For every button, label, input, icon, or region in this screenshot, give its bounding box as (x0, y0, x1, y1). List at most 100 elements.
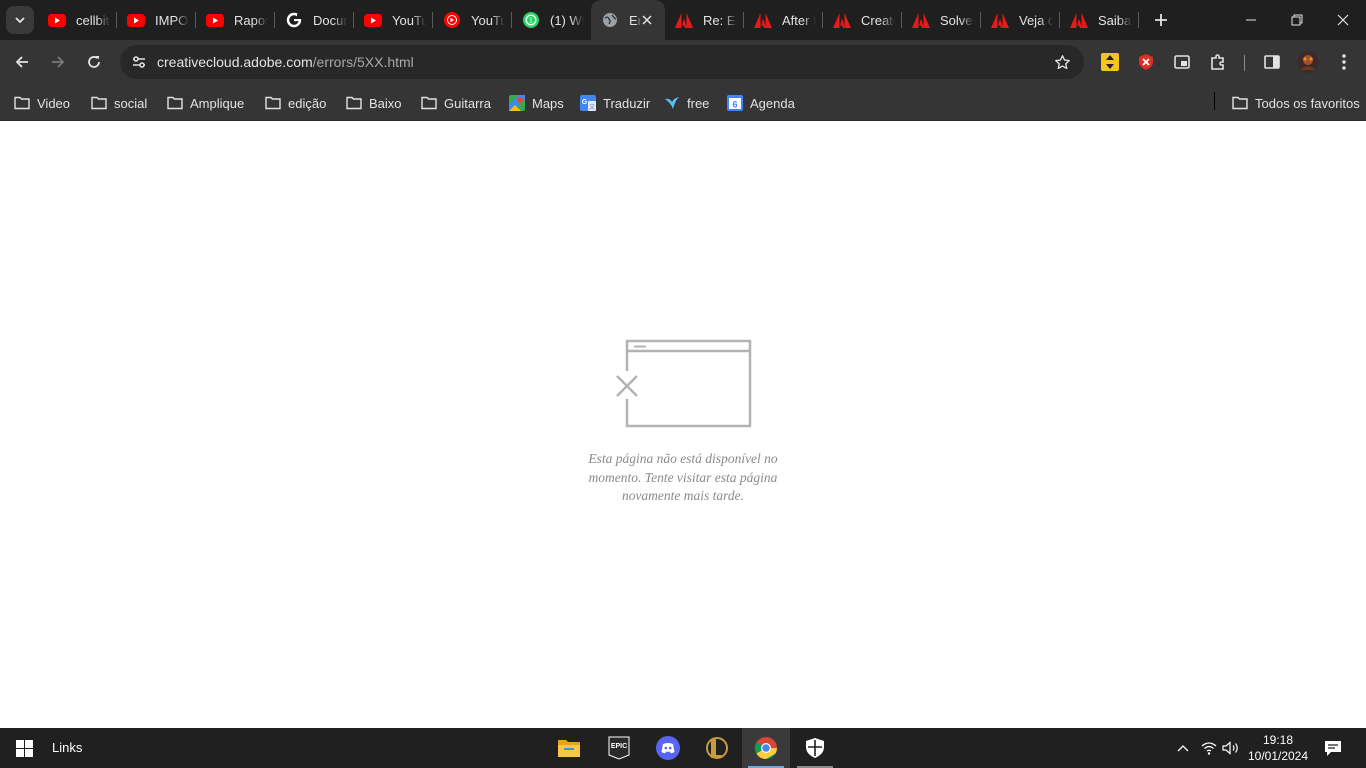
notification-icon (1325, 740, 1341, 756)
tab-separator (1138, 12, 1139, 28)
bookmark-label: social (114, 95, 148, 111)
url-text[interactable]: creativecloud.adobe.com/errors/5XX.html (157, 54, 414, 70)
links-toolbar[interactable]: Links (52, 740, 82, 755)
bookmark-folder-social[interactable]: social (91, 92, 147, 114)
tab-13[interactable]: Saiba (1060, 0, 1139, 40)
youtube-icon (206, 11, 224, 29)
bookmark-folder-video[interactable]: Video (14, 92, 70, 114)
google-icon (285, 11, 303, 29)
tab-11[interactable]: Solved (902, 0, 981, 40)
tab-strip: cellbit IMPOSTOR Raposa Documento YouTub… (0, 0, 1366, 40)
bookmark-label: Video (37, 95, 71, 111)
bird-icon (664, 95, 680, 111)
restore-button[interactable] (1274, 0, 1320, 40)
tab-5[interactable]: YouTube (433, 0, 512, 40)
tab-9[interactable]: After Effects (744, 0, 823, 40)
bookmark-folder-guitarra[interactable]: Guitarra (421, 92, 491, 114)
tab-0[interactable]: cellbit (38, 0, 117, 40)
globe-icon (601, 11, 619, 29)
arrow-left-icon (15, 56, 28, 68)
toolbar-divider (1244, 55, 1245, 71)
youtube-icon (364, 11, 382, 29)
new-tab-button[interactable] (1150, 9, 1172, 31)
youtube-music-icon (443, 11, 461, 29)
tab-12[interactable]: Veja o (981, 0, 1060, 40)
tab-10[interactable]: Create (823, 0, 902, 40)
bookmark-maps[interactable]: Maps (509, 92, 564, 114)
picture-in-picture-button[interactable] (1168, 48, 1196, 76)
folder-icon (167, 95, 183, 111)
folder-icon (91, 95, 107, 111)
extension-1-button[interactable] (1096, 48, 1124, 76)
tab-1[interactable]: IMPOSTOR (117, 0, 196, 40)
picture-in-picture-icon (1174, 55, 1190, 69)
site-settings-icon[interactable] (128, 51, 150, 73)
taskbar-discord[interactable] (644, 728, 692, 768)
adobe-icon (991, 11, 1009, 29)
bookmark-free[interactable]: free (664, 92, 709, 114)
chrome-icon (755, 737, 777, 759)
profile-button[interactable] (1294, 48, 1322, 76)
show-hidden-icons-button[interactable] (1172, 738, 1194, 758)
tab-search-button[interactable] (6, 6, 34, 34)
close-tab-icon[interactable] (639, 12, 655, 28)
bookmark-traduzir[interactable]: G文 Traduzir (580, 92, 650, 114)
extensions-button[interactable] (1204, 48, 1232, 76)
all-bookmarks-folder[interactable]: Todos os favoritos (1232, 92, 1360, 114)
adobe-icon (1070, 11, 1088, 29)
address-bar[interactable]: creativecloud.adobe.com/errors/5XX.html (120, 45, 1084, 79)
close-window-button[interactable] (1320, 0, 1366, 40)
error-line-1: Esta página não está disponível no (588, 451, 778, 466)
bookmark-folder-edicao[interactable]: edição (265, 92, 326, 114)
chevron-down-icon (15, 17, 25, 24)
taskbar-epic-games[interactable]: EPIC (595, 728, 643, 768)
windows-logo-icon (15, 739, 33, 757)
back-button[interactable] (8, 48, 36, 76)
tab-6[interactable]: 1 (1) WhatsApp (512, 0, 591, 40)
bookmark-folder-baixo[interactable]: Baixo (346, 92, 402, 114)
tab-title: After Effects (782, 12, 816, 28)
tab-4[interactable]: YouTube (354, 0, 433, 40)
taskbar-chrome[interactable] (742, 728, 790, 768)
chevron-up-icon (1177, 745, 1189, 752)
taskbar-league-of-legends[interactable] (693, 728, 741, 768)
reload-button[interactable] (80, 48, 108, 76)
tab-title: Saiba (1098, 12, 1132, 28)
tab-title: Solved (940, 12, 974, 28)
tab-3[interactable]: Documento (275, 0, 354, 40)
taskbar-file-explorer[interactable] (545, 728, 593, 768)
bookmark-star-icon[interactable] (1052, 52, 1072, 72)
extension-yellow-icon (1101, 53, 1119, 71)
minimize-button[interactable] (1228, 0, 1274, 40)
shield-block-icon (1139, 54, 1153, 70)
bookmark-folder-amplique[interactable]: Amplique (167, 92, 244, 114)
close-icon (1337, 14, 1349, 26)
tab-title: cellbit (76, 12, 110, 28)
folder-icon (346, 95, 362, 111)
tab-7-active[interactable]: Erro (591, 0, 665, 40)
system-clock[interactable]: 19:18 10/01/2024 (1246, 732, 1310, 764)
tab-2[interactable]: Raposa (196, 0, 275, 40)
reload-icon (88, 56, 100, 68)
menu-button[interactable] (1330, 48, 1358, 76)
bookmark-label: free (687, 95, 710, 111)
tab-title: YouTube (471, 12, 505, 28)
adobe-icon (675, 11, 693, 29)
minimize-icon (1246, 19, 1256, 21)
bookmark-agenda[interactable]: 6 Agenda (727, 92, 795, 114)
clock-time: 19:18 (1262, 733, 1294, 747)
volume-button[interactable] (1220, 738, 1242, 758)
url-domain: creativecloud.adobe.com (157, 54, 313, 70)
network-button[interactable] (1198, 738, 1220, 758)
start-button[interactable] (8, 734, 40, 762)
bookmark-label: Guitarra (444, 95, 491, 111)
tab-8[interactable]: Re: Erro (665, 0, 744, 40)
clock-date: 10/01/2024 (1247, 749, 1309, 763)
extension-2-button[interactable] (1132, 48, 1160, 76)
notification-center-button[interactable] (1322, 737, 1344, 759)
error-line-2: momento. Tente visitar esta página (588, 469, 778, 485)
taskbar-security[interactable] (791, 728, 839, 768)
svg-text:6: 6 (732, 100, 737, 110)
forward-button[interactable] (44, 48, 72, 76)
side-panel-button[interactable] (1258, 48, 1286, 76)
